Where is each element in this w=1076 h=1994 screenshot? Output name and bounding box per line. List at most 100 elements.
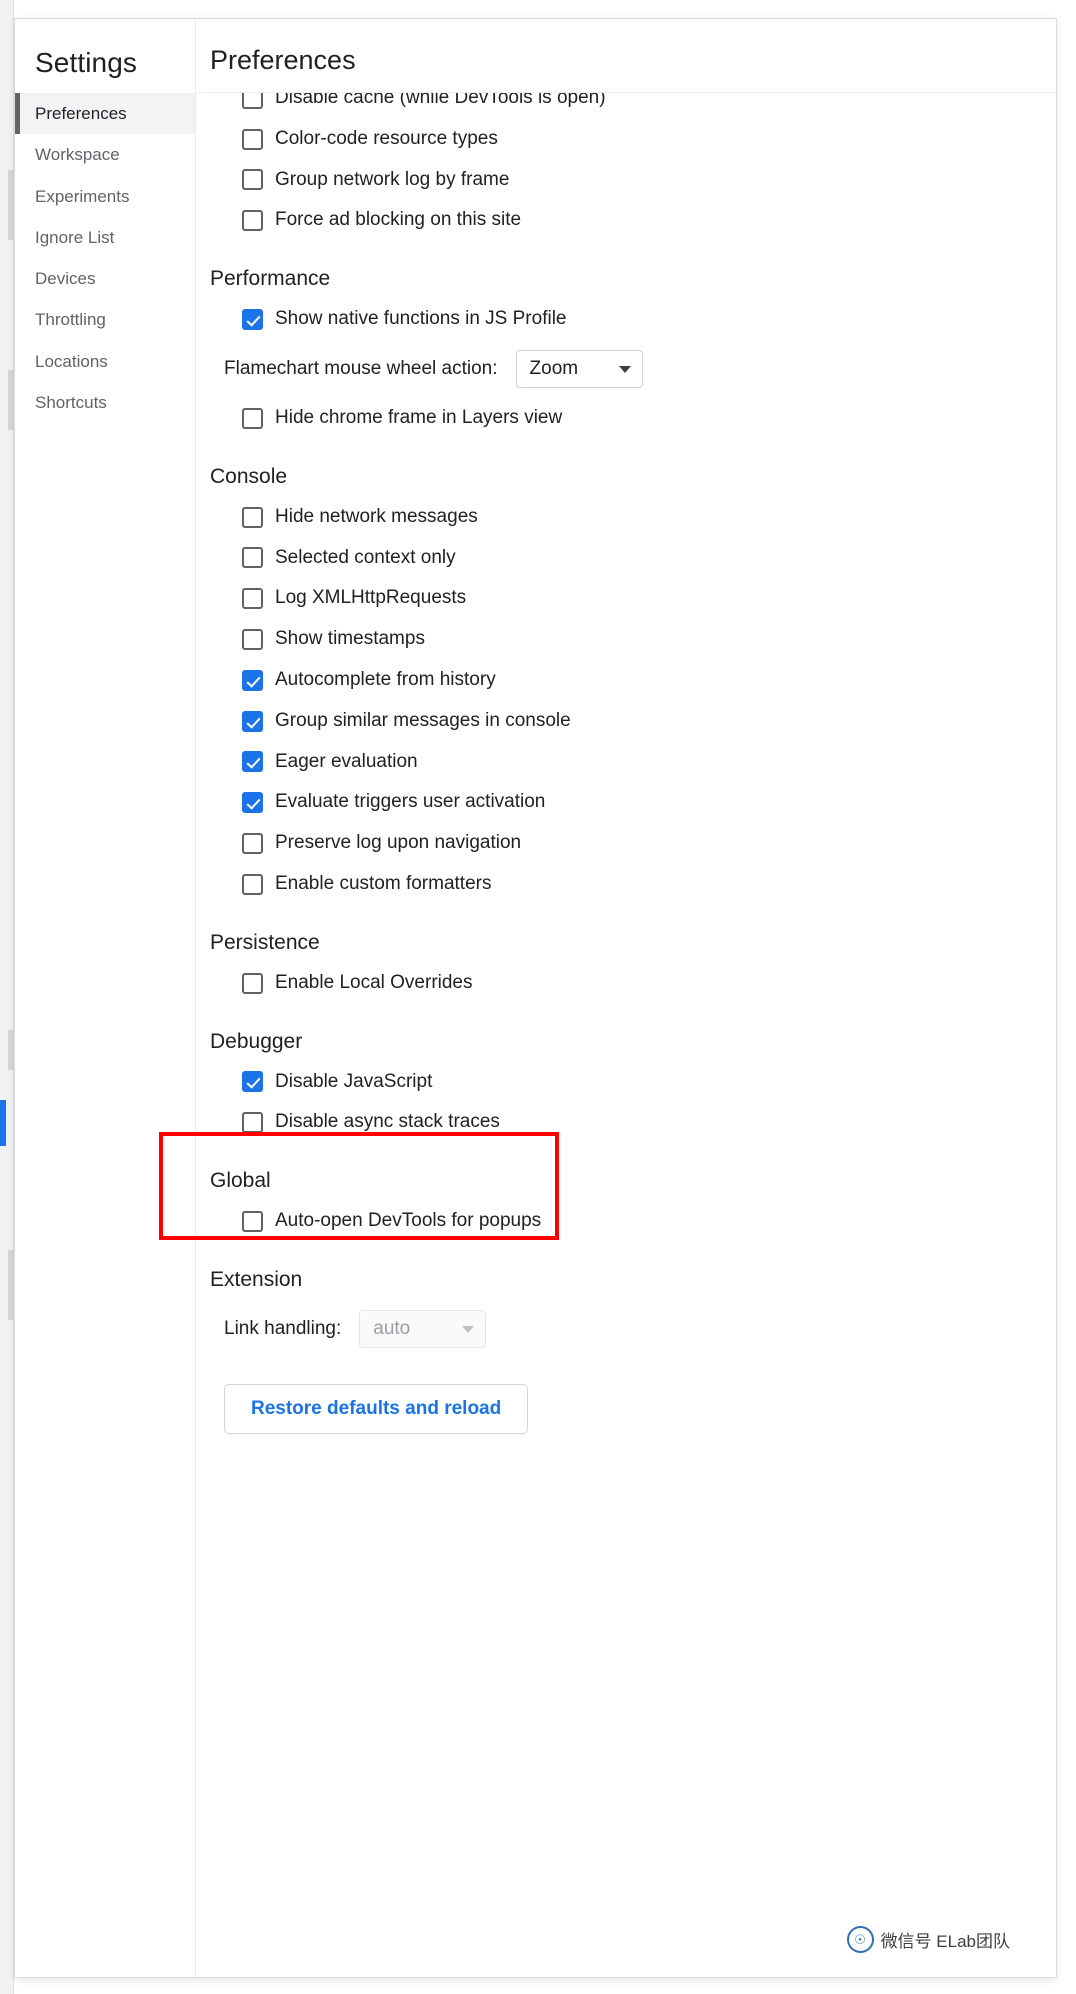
flamechart-mouse-wheel-select[interactable]: Zoom (515, 349, 643, 388)
pref-row-group-network-log-by-frame[interactable]: Group network log by frame (196, 160, 1056, 201)
pref-row-evaluate-triggers-user-activation[interactable]: Evaluate triggers user activation (196, 782, 1056, 823)
pref-label: Disable JavaScript (275, 1070, 433, 1092)
checkbox-icon[interactable] (242, 873, 263, 895)
sidebar-item-label: Devices (35, 269, 96, 288)
sidebar-item-locations[interactable]: Locations (15, 341, 195, 382)
checkbox-icon[interactable] (242, 751, 263, 773)
watermark-logo-icon: ☉ (846, 1926, 874, 1953)
checkbox-icon[interactable] (242, 309, 263, 331)
pref-row-hide-chrome-frame[interactable]: Hide chrome frame in Layers view (196, 398, 1056, 439)
link-handling-select[interactable]: auto (359, 1309, 487, 1348)
link-handling-value: auto (373, 1317, 411, 1339)
pref-row-show-native-functions[interactable]: Show native functions in JS Profile (196, 299, 1056, 340)
pref-label: Selected context only (275, 546, 456, 568)
checkbox-icon[interactable] (242, 833, 263, 855)
page-title: Settings (35, 47, 137, 78)
screenshot-root: × Settings Preferences Workspace Experim… (0, 0, 1076, 1994)
pref-label: Disable cache (while DevTools is open) (275, 93, 606, 108)
pref-row-color-code-resource-types[interactable]: Color-code resource types (196, 119, 1056, 160)
section-heading-debugger: Debugger (210, 1029, 303, 1053)
checkbox-icon[interactable] (242, 128, 263, 150)
checkbox-icon[interactable] (242, 1071, 263, 1093)
pref-row-group-similar-messages[interactable]: Group similar messages in console (196, 701, 1056, 742)
sidebar-item-preferences[interactable]: Preferences (15, 93, 195, 135)
pref-label: Hide network messages (275, 505, 478, 527)
page-left-gutter (0, 0, 14, 1994)
pref-label: Group network log by frame (275, 168, 510, 190)
sidebar-item-devices[interactable]: Devices (15, 258, 195, 299)
link-handling-label: Link handling: (224, 1317, 342, 1339)
checkbox-icon[interactable] (242, 506, 263, 528)
pref-label: Autocomplete from history (275, 668, 496, 690)
checkbox-icon[interactable] (242, 210, 263, 232)
pref-row-show-timestamps[interactable]: Show timestamps (196, 619, 1056, 660)
pref-row-enable-custom-formatters[interactable]: Enable custom formatters (196, 864, 1056, 905)
preferences-panel: Preferences Disable cache (while DevTool… (196, 19, 1056, 1977)
pref-row-force-ad-blocking[interactable]: Force ad blocking on this site (196, 200, 1056, 241)
section-heading-extension: Extension (210, 1267, 303, 1291)
pref-row-eager-evaluation[interactable]: Eager evaluation (196, 742, 1056, 783)
chevron-down-icon (462, 1325, 475, 1333)
checkbox-icon[interactable] (242, 588, 263, 610)
pref-row-disable-async-stack-traces[interactable]: Disable async stack traces (196, 1102, 1056, 1143)
sidebar-item-workspace[interactable]: Workspace (15, 134, 195, 175)
flamechart-select-value: Zoom (529, 357, 579, 379)
panel-title: Preferences (196, 19, 1056, 93)
restore-defaults-and-reload-button[interactable]: Restore defaults and reload (224, 1383, 529, 1434)
checkbox-icon[interactable] (242, 669, 263, 691)
settings-dialog: × Settings Preferences Workspace Experim… (14, 18, 1057, 1978)
sidebar-item-label: Locations (35, 351, 108, 371)
checkbox-icon[interactable] (242, 710, 263, 732)
pref-row-selected-context-only[interactable]: Selected context only (196, 538, 1056, 579)
watermark-text: 微信号 ELab团队 (880, 1932, 1010, 1951)
settings-sidebar: Settings Preferences Workspace Experimen… (15, 19, 196, 1977)
sidebar-item-experiments[interactable]: Experiments (15, 176, 195, 217)
chevron-down-icon (618, 365, 631, 373)
checkbox-icon[interactable] (242, 547, 263, 569)
checkbox-icon[interactable] (242, 1211, 263, 1233)
watermark: ☉ 微信号 ELab团队 (846, 1926, 1010, 1953)
pref-label: Group similar messages in console (275, 709, 571, 731)
section-heading-persistence: Persistence (210, 930, 320, 954)
sidebar-item-ignore-list[interactable]: Ignore List (15, 217, 195, 258)
checkbox-icon[interactable] (242, 792, 263, 814)
checkbox-icon[interactable] (242, 629, 263, 651)
flamechart-mouse-wheel-row: Flamechart mouse wheel action: Zoom (196, 340, 1056, 398)
checkbox-icon[interactable] (242, 1112, 263, 1134)
sidebar-item-shortcuts[interactable]: Shortcuts (15, 382, 195, 423)
pref-label: Show timestamps (275, 628, 425, 650)
link-handling-row: Link handling: auto (196, 1300, 1056, 1358)
pref-row-log-xmlhttprequests[interactable]: Log XMLHttpRequests (196, 578, 1056, 619)
section-heading-global: Global (210, 1169, 271, 1193)
pref-row-enable-local-overrides[interactable]: Enable Local Overrides (196, 963, 1056, 1004)
section-heading-performance: Performance (210, 267, 331, 291)
pref-row-autocomplete-from-history[interactable]: Autocomplete from history (196, 660, 1056, 701)
sidebar-item-label: Shortcuts (35, 392, 107, 412)
gutter-accent-bar (0, 1100, 6, 1146)
pref-label: Force ad blocking on this site (275, 209, 522, 231)
pref-row-auto-open-devtools-for-popups[interactable]: Auto-open DevTools for popups (196, 1201, 1056, 1242)
flamechart-select-label: Flamechart mouse wheel action: (224, 357, 498, 379)
preferences-scroll-area[interactable]: Disable cache (while DevTools is open) C… (196, 93, 1056, 1971)
pref-label: Evaluate triggers user activation (275, 791, 546, 813)
pref-label: Eager evaluation (275, 750, 418, 772)
pref-label: Hide chrome frame in Layers view (275, 406, 563, 428)
pref-label: Enable custom formatters (275, 872, 492, 894)
sidebar-item-label: Experiments (35, 186, 130, 206)
pref-label: Log XMLHttpRequests (275, 587, 467, 609)
pref-label: Show native functions in JS Profile (275, 308, 567, 330)
pref-row-hide-network-messages[interactable]: Hide network messages (196, 497, 1056, 538)
pref-label: Auto-open DevTools for popups (275, 1210, 542, 1232)
checkbox-icon[interactable] (242, 93, 263, 109)
checkbox-icon[interactable] (242, 407, 263, 429)
sidebar-item-label: Throttling (35, 310, 106, 330)
sidebar-item-throttling[interactable]: Throttling (15, 299, 195, 340)
pref-row-disable-cache[interactable]: Disable cache (while DevTools is open) (196, 93, 1056, 119)
section-heading-console: Console (210, 464, 288, 488)
pref-row-preserve-log-upon-navigation[interactable]: Preserve log upon navigation (196, 823, 1056, 864)
checkbox-icon[interactable] (242, 972, 263, 994)
pref-row-disable-javascript[interactable]: Disable JavaScript (196, 1062, 1056, 1103)
sidebar-item-label: Ignore List (35, 227, 115, 247)
pref-label: Disable async stack traces (275, 1111, 500, 1133)
checkbox-icon[interactable] (242, 169, 263, 191)
